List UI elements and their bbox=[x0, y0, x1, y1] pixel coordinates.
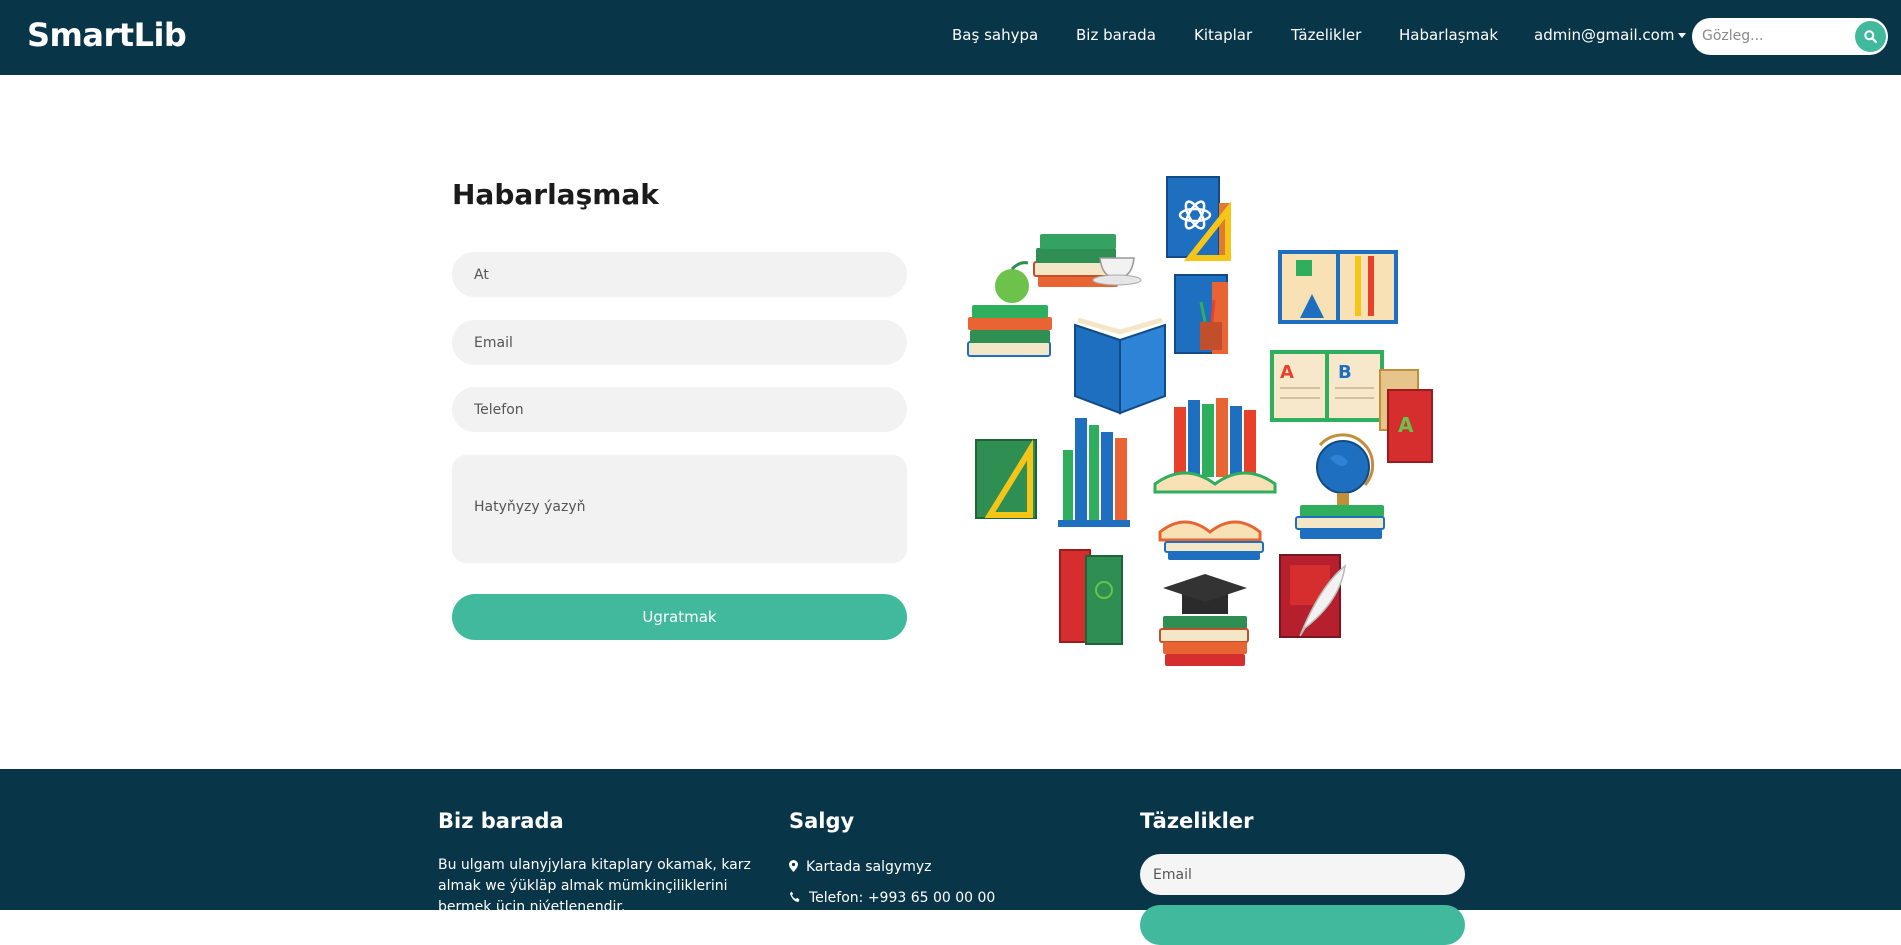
navbar: SmartLib Baş sahypa Biz barada Kitaplar … bbox=[0, 0, 1901, 75]
chevron-down-icon bbox=[1678, 33, 1687, 38]
footer: Biz barada Bu ulgam ulanyjylara kitaplar… bbox=[0, 769, 1901, 945]
page-title: Habarlaşmak bbox=[452, 178, 659, 211]
nav-news[interactable]: Täzelikler bbox=[1291, 26, 1361, 44]
phone-icon bbox=[790, 891, 800, 902]
bookshelf-open-book-icon bbox=[1153, 398, 1277, 494]
email-field[interactable] bbox=[452, 320, 907, 365]
search-icon bbox=[1864, 30, 1877, 43]
nav-books[interactable]: Kitaplar bbox=[1194, 26, 1252, 44]
pens-book-icon bbox=[1174, 274, 1228, 354]
footer-address: Kartada salgymyz bbox=[789, 859, 931, 875]
newsletter-subscribe-button[interactable] bbox=[1140, 905, 1465, 945]
user-email: admin@gmail.com bbox=[1534, 26, 1675, 44]
svg-text:A: A bbox=[1280, 362, 1294, 383]
quill-book-icon bbox=[1279, 554, 1347, 638]
footer-address-text: Kartada salgymyz bbox=[806, 859, 932, 875]
abc-open-book-icon: A B bbox=[1270, 350, 1384, 422]
red-green-books-icon bbox=[1059, 549, 1123, 645]
footer-news-title: Täzelikler bbox=[1140, 809, 1254, 833]
atom-book-icon bbox=[1166, 176, 1231, 261]
search-box bbox=[1692, 18, 1888, 55]
books-illustration: A B A bbox=[967, 176, 1433, 666]
graduation-cap-icon bbox=[1159, 574, 1249, 666]
nav-about[interactable]: Biz barada bbox=[1076, 26, 1156, 44]
globe-icon bbox=[1295, 433, 1385, 539]
name-field[interactable] bbox=[452, 252, 907, 297]
svg-text:B: B bbox=[1338, 362, 1352, 383]
footer-about-title: Biz barada bbox=[438, 809, 564, 833]
green-triangle-book-icon bbox=[975, 439, 1037, 519]
search-button[interactable] bbox=[1855, 21, 1886, 52]
nav-home[interactable]: Baş sahypa bbox=[952, 26, 1038, 44]
brand-logo[interactable]: SmartLib bbox=[27, 16, 187, 54]
newsletter-email-field[interactable] bbox=[1140, 854, 1465, 895]
open-book-stack-icon bbox=[1158, 520, 1264, 560]
svg-text:A: A bbox=[1398, 413, 1414, 437]
standing-books-icon bbox=[1058, 418, 1130, 527]
user-dropdown[interactable]: admin@gmail.com bbox=[1534, 26, 1687, 44]
footer-phone: Telefon: +993 65 00 00 00 bbox=[789, 890, 995, 906]
nav-contact[interactable]: Habarlaşmak bbox=[1399, 26, 1498, 44]
submit-button[interactable]: Ugratmak bbox=[452, 594, 907, 640]
geometry-book-icon bbox=[1278, 250, 1398, 324]
blue-book-icon bbox=[1074, 317, 1166, 415]
footer-address-title: Salgy bbox=[789, 809, 855, 833]
search-input[interactable] bbox=[1702, 26, 1842, 46]
red-abc-book-icon: A bbox=[1379, 369, 1433, 463]
books-with-cup-icon bbox=[1033, 234, 1142, 287]
footer-about-text: Bu ulgam ulanyjylara kitaplary okamak, k… bbox=[438, 857, 751, 915]
phone-field[interactable] bbox=[452, 387, 907, 432]
message-field[interactable] bbox=[452, 455, 907, 563]
map-marker-icon bbox=[789, 860, 798, 872]
footer-phone-text: Telefon: +993 65 00 00 00 bbox=[809, 890, 996, 906]
